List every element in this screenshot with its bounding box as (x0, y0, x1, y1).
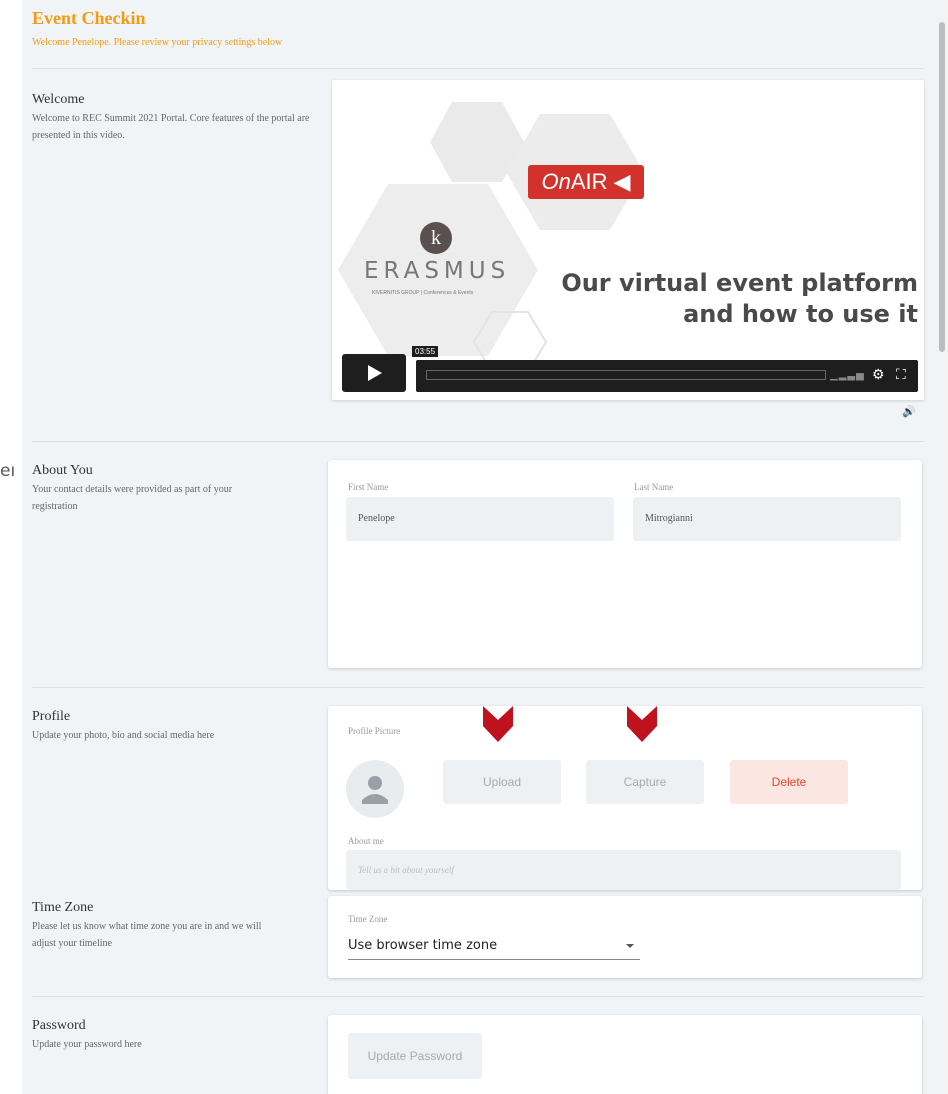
update-password-button[interactable]: Update Password (348, 1033, 482, 1079)
profile-title: Profile (32, 709, 71, 724)
volume-bars-icon[interactable]: ▁▂▃▅ (830, 370, 865, 381)
video-duration: 03:55 (412, 346, 439, 357)
divider (32, 441, 924, 442)
timezone-selected-value: Use browser time zone (348, 938, 498, 953)
play-button[interactable] (342, 354, 406, 392)
video-progress-track[interactable] (426, 370, 826, 380)
profile-card: Profile Picture Upload Capture Delete Ab… (328, 706, 922, 890)
delete-button[interactable]: Delete (730, 760, 848, 804)
profile-picture-label: Profile Picture (348, 726, 401, 736)
last-name-label: Last Name (634, 482, 674, 492)
chevron-down-icon (627, 706, 657, 742)
page: Event Checkin Welcome Penelope. Please r… (22, 0, 934, 1094)
timezone-description: Please let us know what time zone you ar… (32, 921, 262, 949)
timezone-label: Time Zone (348, 914, 388, 924)
video-controls: ▁▂▃▅ ⚙ ⛶ (416, 360, 918, 392)
timezone-select[interactable]: Use browser time zone (348, 938, 640, 960)
upload-button[interactable]: Upload (443, 760, 561, 804)
welcome-description: Welcome to REC Summit 2021 Portal. Core … (32, 113, 310, 141)
about-description: Your contact details were provided as pa… (32, 484, 233, 512)
about-me-label: About me (348, 836, 384, 846)
password-description: Update your password here (32, 1039, 142, 1050)
onair-air: AIR (570, 169, 608, 194)
about-me-input[interactable]: Tell us a bit about yourself (346, 850, 901, 890)
onair-logo: OnAIR ◀ (528, 165, 644, 199)
divider (32, 996, 924, 997)
erasmus-name: ERASMUS (364, 258, 511, 284)
timezone-card: Time Zone Use browser time zone (328, 896, 922, 978)
scrollbar[interactable] (934, 0, 948, 1094)
about-card: First Name Penelope Last Name Mitrogiann… (328, 460, 922, 668)
first-name-field[interactable]: Penelope (346, 497, 614, 541)
welcome-video[interactable]: OnAIR ◀ k ERASMUS KIVERNITIS GROUP | Con… (332, 80, 924, 400)
password-title: Password (32, 1018, 86, 1033)
timezone-title: Time Zone (32, 900, 94, 915)
caret-down-icon (626, 944, 634, 948)
page-subtitle: Welcome Penelope. Please review your pri… (32, 37, 283, 48)
user-icon (362, 776, 388, 804)
page-title: Event Checkin (32, 8, 146, 28)
paper-plane-icon: ◀ (613, 169, 631, 194)
capture-button[interactable]: Capture (586, 760, 704, 804)
avatar (346, 760, 404, 818)
first-name-label: First Name (348, 482, 389, 492)
erasmus-logo: k (420, 222, 452, 254)
profile-description: Update your photo, bio and social media … (32, 730, 215, 741)
welcome-title: Welcome (32, 92, 85, 107)
fullscreen-icon[interactable]: ⛶ (896, 366, 906, 383)
chevron-down-icon (483, 706, 513, 742)
scrollbar-thumb[interactable] (939, 22, 945, 352)
volume-icon[interactable]: 🔊 (902, 405, 916, 418)
password-card: Update Password (328, 1015, 922, 1094)
left-strip (0, 0, 22, 1094)
video-headline-line1: Our virtual event platform (561, 269, 918, 297)
erasmus-tagline: KIVERNITIS GROUP | Conferences & Events (372, 290, 474, 296)
about-title: About You (32, 463, 93, 478)
last-name-field[interactable]: Mitrogianni (633, 497, 901, 541)
video-headline: Our virtual event platform and how to us… (558, 268, 918, 330)
video-headline-line2: and how to use it (683, 300, 918, 328)
play-icon (368, 365, 382, 381)
stray-text: eı (0, 461, 16, 481)
divider (32, 68, 924, 69)
settings-gear-icon[interactable]: ⚙ (872, 366, 885, 383)
divider (32, 687, 924, 688)
onair-on: On (541, 169, 571, 194)
